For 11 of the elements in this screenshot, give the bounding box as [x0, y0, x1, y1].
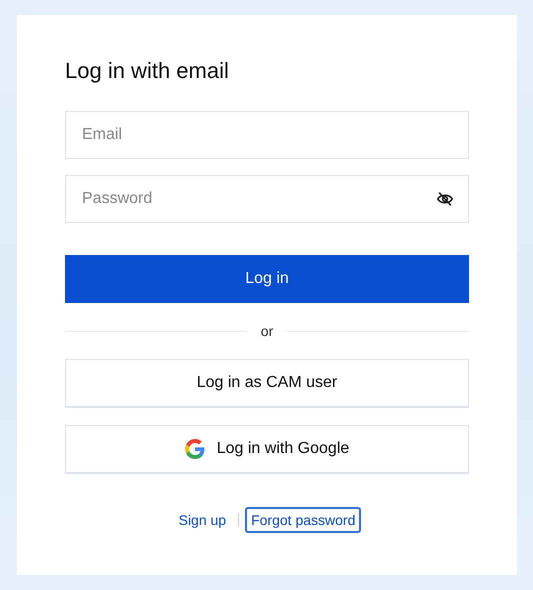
form-title: Log in with email: [65, 57, 230, 85]
cam-login-button[interactable]: Log in as CAM user: [65, 359, 469, 408]
google-login-button[interactable]: Log in with Google: [65, 425, 469, 474]
login-button[interactable]: Log in: [65, 255, 469, 303]
email-field[interactable]: Email: [65, 111, 469, 159]
password-field[interactable]: Password: [65, 175, 469, 223]
google-icon: [184, 439, 205, 459]
eye-slash-icon[interactable]: [436, 190, 454, 208]
or-divider-text: or: [260, 323, 274, 339]
text-link[interactable]: Forgot password: [245, 507, 362, 533]
text-link[interactable]: Sign up: [172, 507, 232, 533]
